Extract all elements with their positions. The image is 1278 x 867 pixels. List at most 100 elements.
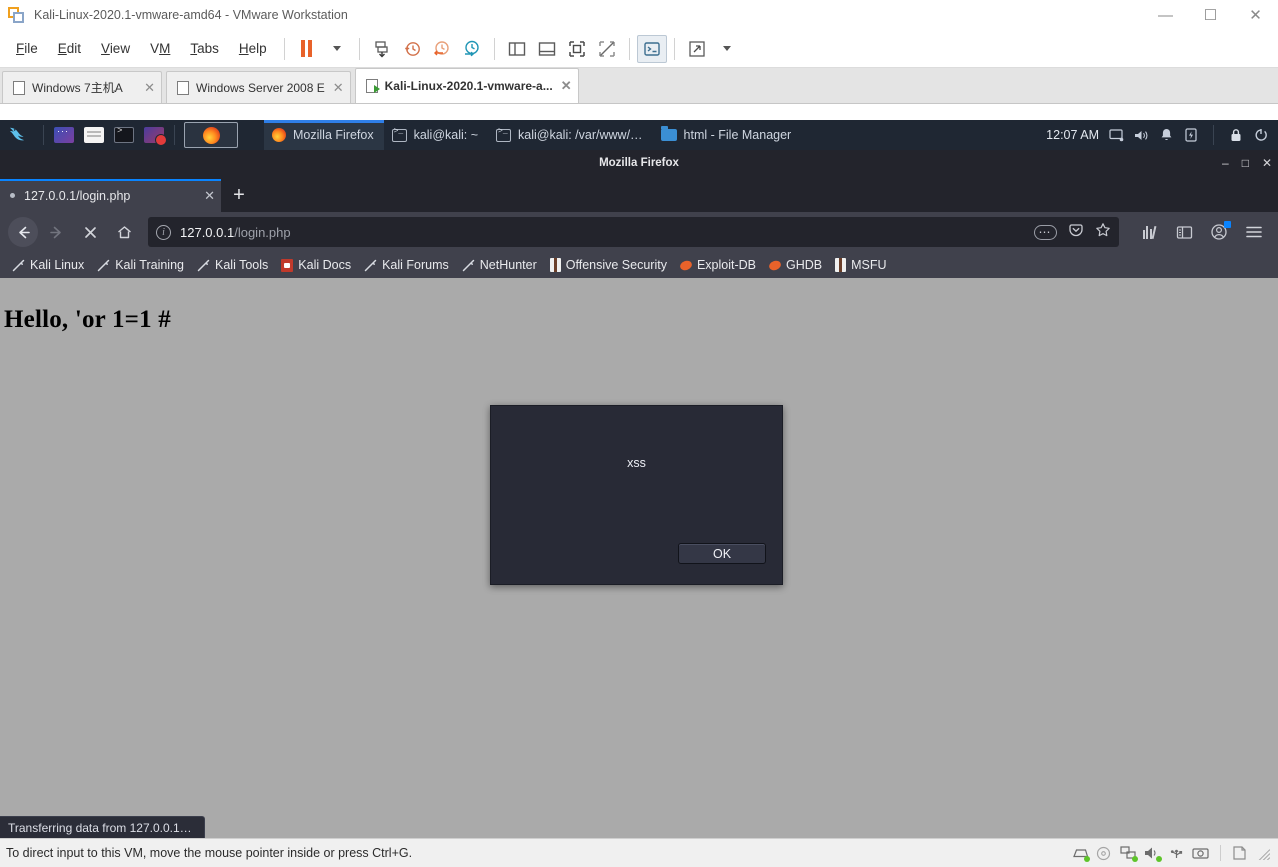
resize-grip-icon[interactable] bbox=[1256, 846, 1270, 860]
bookmark-kali-linux[interactable]: Kali Linux bbox=[6, 256, 90, 274]
bookmark-offensive-security[interactable]: Offensive Security bbox=[544, 256, 673, 274]
bookmark-msfu[interactable]: MSFU bbox=[829, 256, 892, 274]
fullscreen-dropdown-caret[interactable] bbox=[712, 35, 742, 63]
menu-file[interactable]: FFileile bbox=[6, 37, 48, 60]
ff-minimize-button[interactable]: – bbox=[1222, 156, 1229, 170]
bookmark-star-icon[interactable] bbox=[1095, 222, 1111, 243]
kali-tail-icon bbox=[197, 259, 210, 271]
restore-snapshot-button[interactable] bbox=[427, 35, 457, 63]
menu-view[interactable]: View bbox=[91, 37, 140, 60]
screen-recorder-launcher[interactable] bbox=[141, 124, 167, 146]
library-button[interactable] bbox=[1133, 217, 1165, 247]
vmware-status-bar: To direct input to this VM, move the mou… bbox=[0, 838, 1278, 867]
home-button[interactable] bbox=[108, 217, 140, 247]
taskbar-window-terminal-www[interactable]: kali@kali: /var/www/… bbox=[488, 120, 653, 150]
bookmark-kali-training[interactable]: Kali Training bbox=[91, 256, 190, 274]
alert-ok-button[interactable]: OK bbox=[678, 543, 766, 564]
vmware-minimize-button[interactable]: — bbox=[1143, 0, 1188, 30]
bookmark-exploit-db[interactable]: Exploit-DB bbox=[674, 256, 762, 274]
kali-dragon-menu-icon bbox=[9, 127, 25, 141]
camera-icon[interactable] bbox=[1192, 846, 1209, 861]
menu-vm[interactable]: VM bbox=[140, 37, 180, 60]
taskbar-window-file-manager[interactable]: html - File Manager bbox=[653, 120, 802, 150]
snapshot-manager-button[interactable] bbox=[457, 35, 487, 63]
app-menu-button[interactable] bbox=[1238, 217, 1270, 247]
firefox-account-button[interactable] bbox=[1203, 217, 1235, 247]
firefox-window-controls: – □ ✕ bbox=[1222, 150, 1272, 176]
battery-icon[interactable] bbox=[1183, 127, 1199, 143]
vm-tab-close-icon[interactable]: ✕ bbox=[333, 80, 344, 96]
bookmark-ghdb[interactable]: GHDB bbox=[763, 256, 828, 274]
url-bar[interactable]: i 127.0.0.1/login.php ⋯ bbox=[148, 217, 1119, 247]
hard-disk-icon[interactable] bbox=[1072, 846, 1090, 862]
ff-close-button[interactable]: ✕ bbox=[1262, 156, 1272, 170]
snapshot-button[interactable] bbox=[367, 35, 397, 63]
firefox-window-thumb-button[interactable] bbox=[184, 122, 238, 148]
clock[interactable]: 12:07 AM bbox=[1046, 128, 1099, 142]
taskbar-window-terminal-home[interactable]: kali@kali: ~ bbox=[384, 120, 488, 150]
menu-edit[interactable]: Edit bbox=[48, 37, 91, 60]
taskbar-window-firefox[interactable]: Mozilla Firefox bbox=[264, 120, 384, 150]
menu-help[interactable]: Help bbox=[229, 37, 277, 60]
vm-tab-windows-server-2008[interactable]: Windows Server 2008 E ✕ bbox=[166, 71, 351, 103]
pocket-icon[interactable] bbox=[1068, 222, 1084, 243]
power-dropdown-caret[interactable] bbox=[322, 35, 352, 63]
vm-document-icon bbox=[13, 80, 25, 95]
vmware-close-button[interactable]: ✕ bbox=[1233, 0, 1278, 30]
terminal-icon bbox=[391, 127, 407, 142]
vmware-maximize-button[interactable]: ☐ bbox=[1188, 0, 1233, 30]
page-info-icon[interactable]: i bbox=[156, 224, 171, 240]
ff-maximize-button[interactable]: □ bbox=[1242, 156, 1249, 170]
power-icon[interactable] bbox=[1253, 127, 1269, 143]
bookmark-kali-forums[interactable]: Kali Forums bbox=[358, 256, 455, 274]
notifications-bell-icon[interactable] bbox=[1158, 127, 1174, 143]
app-finder-launcher[interactable] bbox=[51, 124, 77, 146]
bookmark-kali-docs[interactable]: Kali Docs bbox=[275, 256, 357, 274]
pause-icon bbox=[301, 40, 313, 57]
new-tab-button[interactable]: + bbox=[221, 179, 257, 212]
vm-tab-windows7[interactable]: Windows 7主机A ✕ bbox=[2, 71, 162, 103]
vm-tab-close-icon[interactable]: ✕ bbox=[144, 80, 155, 96]
back-button[interactable] bbox=[8, 217, 38, 247]
fullscreen-button[interactable] bbox=[682, 35, 712, 63]
stop-loading-button[interactable] bbox=[74, 217, 106, 247]
sound-card-icon[interactable] bbox=[1144, 846, 1162, 862]
suspend-button[interactable] bbox=[292, 35, 322, 63]
sidebar-button[interactable] bbox=[1168, 217, 1200, 247]
menu-tabs[interactable]: Tabs bbox=[180, 37, 229, 60]
alert-message: xss bbox=[627, 455, 646, 470]
unity-mode-button[interactable] bbox=[636, 34, 667, 63]
show-library-button[interactable] bbox=[502, 35, 532, 63]
volume-icon[interactable] bbox=[1133, 127, 1149, 143]
vm-tab-close-icon[interactable]: ✕ bbox=[561, 78, 572, 94]
bookmark-kali-tools[interactable]: Kali Tools bbox=[191, 256, 274, 274]
unity-terminal-icon bbox=[643, 41, 660, 56]
terminal-launcher[interactable] bbox=[111, 124, 137, 146]
kali-applications-menu-button[interactable] bbox=[0, 120, 38, 150]
vm-tab-kali-linux[interactable]: Kali-Linux-2020.1-vmware-a... ✕ bbox=[354, 68, 579, 103]
vmware-window-controls: — ☐ ✕ bbox=[1143, 0, 1278, 30]
page-actions-ellipsis-icon[interactable]: ⋯ bbox=[1033, 224, 1057, 240]
usb-devices-icon[interactable] bbox=[1168, 846, 1185, 861]
toolbar-separator bbox=[493, 37, 495, 60]
file-manager-launcher[interactable] bbox=[81, 124, 107, 146]
library-panel-icon bbox=[508, 41, 525, 56]
firefox-icon bbox=[272, 128, 286, 142]
cd-dvd-icon[interactable] bbox=[1096, 846, 1113, 861]
page-status-popup: Transferring data from 127.0.0.1… bbox=[0, 816, 205, 838]
page-greeting-heading: Hello, 'or 1=1 # bbox=[4, 306, 171, 333]
bookmark-nethunter[interactable]: NetHunter bbox=[456, 256, 543, 274]
ghdb-icon bbox=[767, 258, 783, 272]
keyring-lock-icon[interactable] bbox=[1228, 127, 1244, 143]
hide-thumbnails-button[interactable] bbox=[592, 35, 622, 63]
browser-tab-close-icon[interactable]: ✕ bbox=[204, 188, 215, 204]
revert-snapshot-button[interactable] bbox=[397, 35, 427, 63]
printer-icon[interactable] bbox=[1232, 845, 1249, 861]
show-thumbnails-button[interactable] bbox=[562, 35, 592, 63]
forward-arrow-icon bbox=[49, 226, 61, 238]
thumbnails-off-icon bbox=[598, 40, 615, 57]
show-console-view-button[interactable] bbox=[532, 35, 562, 63]
browser-tab-login-php[interactable]: 127.0.0.1/login.php ✕ bbox=[0, 179, 221, 212]
display-settings-icon[interactable] bbox=[1108, 127, 1124, 143]
network-adapter-icon[interactable] bbox=[1120, 845, 1138, 862]
